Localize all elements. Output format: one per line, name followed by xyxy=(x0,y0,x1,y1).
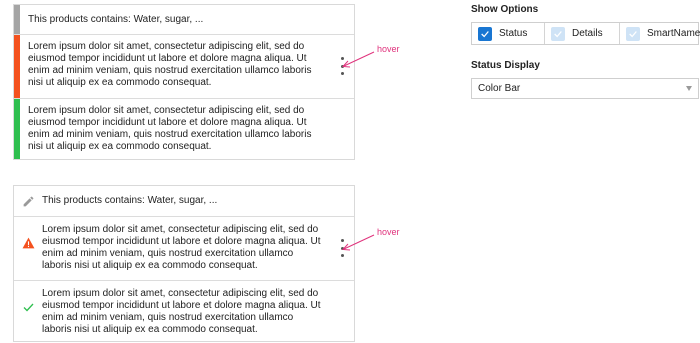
row-text: This products contains: Water, sugar, ..… xyxy=(42,195,218,206)
check-icon xyxy=(21,300,35,314)
status-bar-success xyxy=(14,99,20,159)
color-bar-panel: This products contains: Water, sugar, ..… xyxy=(13,4,355,160)
show-options-group: Status Details SmartNames xyxy=(471,22,700,45)
status-option[interactable]: Status xyxy=(472,23,545,44)
status-option-label: Status xyxy=(499,28,528,39)
chevron-down-icon xyxy=(686,86,692,91)
list-item[interactable]: This products contains: Water, sugar, ..… xyxy=(14,5,354,35)
status-bar-warning xyxy=(14,35,20,98)
checkbox-unchecked[interactable] xyxy=(626,26,640,41)
hover-arrow xyxy=(341,234,375,251)
row-text: Lorem ipsum dolor sit amet, consectetur … xyxy=(28,105,312,152)
checkbox-unchecked[interactable] xyxy=(551,26,565,41)
list-item[interactable]: Lorem ipsum dolor sit amet, consectetur … xyxy=(14,281,354,341)
details-option-label: Details xyxy=(572,28,603,39)
list-item[interactable]: Lorem ipsum dolor sit amet, consectetur … xyxy=(14,99,354,159)
row-text: Lorem ipsum dolor sit amet, consectetur … xyxy=(42,288,321,335)
status-display-title: Status Display xyxy=(471,60,540,71)
checkbox-checked[interactable] xyxy=(478,26,492,41)
select-value: Color Bar xyxy=(478,83,521,94)
warning-icon xyxy=(21,236,35,250)
details-option[interactable]: Details xyxy=(545,23,620,44)
hover-annotation: hover xyxy=(377,227,400,237)
show-options-title: Show Options xyxy=(471,4,539,15)
hover-arrow xyxy=(341,51,375,68)
row-text: Lorem ipsum dolor sit amet, consectetur … xyxy=(28,41,312,88)
status-display-select[interactable]: Color Bar xyxy=(471,78,699,99)
list-item[interactable]: This products contains: Water, sugar, ..… xyxy=(14,186,354,217)
pencil-icon xyxy=(21,194,35,208)
row-text: Lorem ipsum dolor sit amet, consectetur … xyxy=(42,224,321,271)
status-bar-neutral xyxy=(14,5,20,34)
status-icon-panel: This products contains: Water, sugar, ..… xyxy=(13,185,355,342)
hover-annotation: hover xyxy=(377,44,400,54)
smartnames-option[interactable]: SmartNames xyxy=(620,23,700,44)
smartnames-option-label: SmartNames xyxy=(647,28,700,39)
row-text: This products contains: Water, sugar, ..… xyxy=(28,14,204,25)
list-item[interactable]: Lorem ipsum dolor sit amet, consectetur … xyxy=(14,35,354,99)
list-item[interactable]: Lorem ipsum dolor sit amet, consectetur … xyxy=(14,217,354,281)
